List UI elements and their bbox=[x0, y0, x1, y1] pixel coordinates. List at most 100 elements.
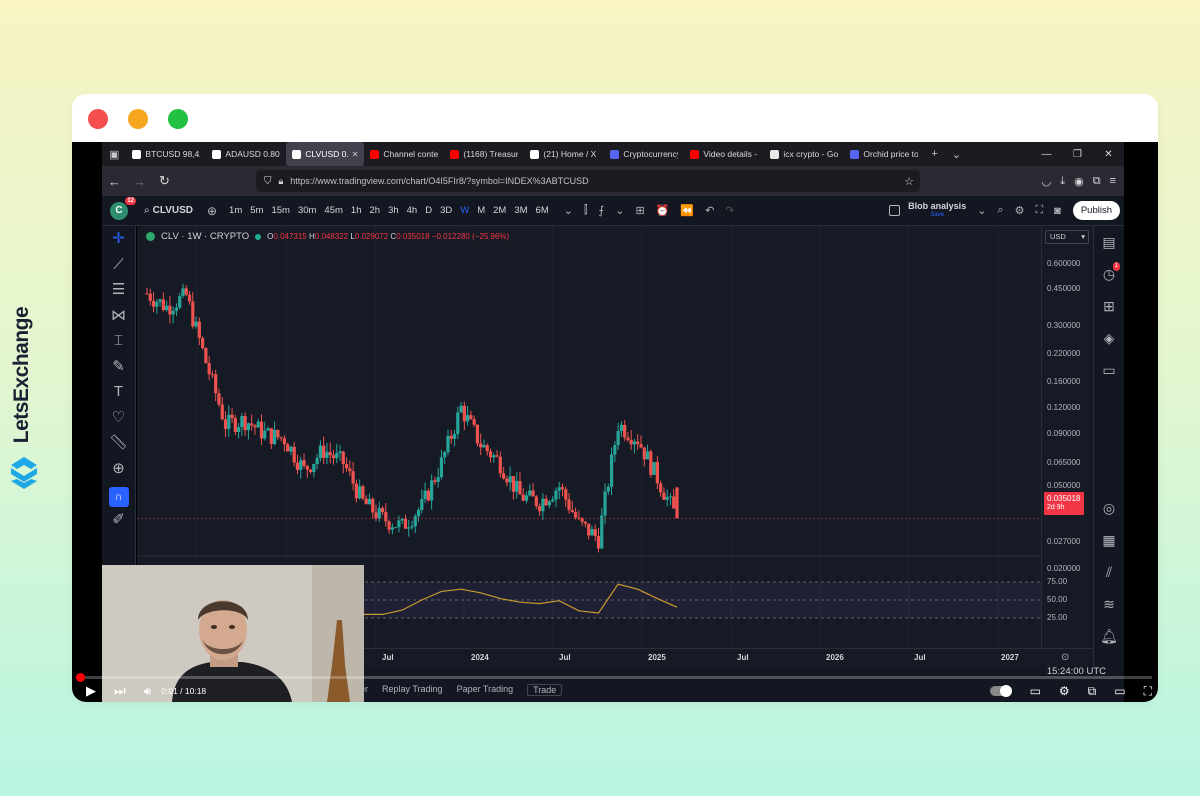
zoom-in-icon[interactable]: ⊕ bbox=[112, 456, 125, 482]
magnet-icon[interactable]: ∩ bbox=[108, 487, 129, 507]
brush-icon[interactable]: ✎ bbox=[112, 354, 125, 380]
timeframe-m[interactable]: M bbox=[473, 205, 489, 216]
url-text[interactable]: https://www.tradingview.com/chart/O4I5FI… bbox=[290, 176, 588, 186]
video-progress-bar[interactable] bbox=[76, 673, 1152, 682]
lock-icon[interactable]: 🔒︎ bbox=[279, 176, 284, 187]
chat-icon[interactable]: ▭ bbox=[1102, 354, 1115, 386]
close-window-button[interactable] bbox=[88, 109, 108, 129]
watchlist-icon[interactable]: ▤ bbox=[1102, 226, 1115, 258]
downloads-icon[interactable]: ⤓ bbox=[1060, 175, 1065, 188]
subtitles-icon[interactable]: ▭ bbox=[1030, 684, 1041, 698]
trend-line-icon[interactable]: ⟋ bbox=[113, 252, 124, 278]
restore-icon[interactable]: ❐ bbox=[1062, 149, 1093, 160]
account-icon[interactable]: ◉ bbox=[1074, 175, 1084, 188]
back-icon[interactable]: ← bbox=[102, 174, 127, 189]
browser-tab[interactable]: (21) Home / X bbox=[524, 142, 604, 166]
favorites-heart-icon[interactable]: ♡ bbox=[112, 405, 125, 431]
redo-icon[interactable]: ↷ bbox=[725, 204, 734, 217]
menu-icon[interactable]: ≡ bbox=[1110, 175, 1116, 188]
target-icon[interactable]: ◎ bbox=[1103, 492, 1115, 524]
indicators-chevron-icon[interactable]: ⌄ bbox=[615, 204, 624, 217]
indicators-icon[interactable]: ⨍ bbox=[599, 204, 605, 217]
browser-tab[interactable]: Orchid price to bbox=[844, 142, 924, 166]
axis-settings-icon[interactable]: ⊙ bbox=[1061, 652, 1069, 663]
timeframe-2m[interactable]: 2M bbox=[489, 205, 510, 216]
symbol-search-button[interactable]: CLVUSD bbox=[153, 205, 193, 216]
timeframe-6m[interactable]: 6M bbox=[532, 205, 553, 216]
timeframe-2h[interactable]: 2h bbox=[365, 205, 384, 216]
tab-list-chevron-icon[interactable]: ⌄ bbox=[945, 148, 968, 161]
settings-gear-icon[interactable]: ⚙ bbox=[1015, 204, 1025, 217]
browser-tab[interactable]: BTCUSD 98,425 bbox=[126, 142, 206, 166]
crosshair-icon[interactable]: ✛ bbox=[112, 226, 125, 252]
timeframe-4h[interactable]: 4h bbox=[403, 205, 422, 216]
timeframe-45m[interactable]: 45m bbox=[320, 205, 346, 216]
fullscreen-icon[interactable]: ⛶ bbox=[1035, 204, 1043, 217]
address-bar[interactable]: ⛉ 🔒︎ https://www.tradingview.com/chart/O… bbox=[256, 170, 920, 192]
browser-tab[interactable]: ADAUSD 0.808 bbox=[206, 142, 286, 166]
maximize-window-button[interactable] bbox=[168, 109, 188, 129]
timeframe-3h[interactable]: 3h bbox=[384, 205, 403, 216]
volume-icon[interactable]: 🔊︎ bbox=[144, 684, 152, 699]
timeframe-3d[interactable]: 3D bbox=[436, 205, 456, 216]
alert-icon[interactable]: ⏰ bbox=[656, 204, 670, 217]
undo-icon[interactable]: ↶ bbox=[705, 204, 714, 217]
data-window-icon[interactable]: ⊞ bbox=[1103, 290, 1115, 322]
replay-icon[interactable]: ⏪ bbox=[680, 204, 694, 217]
browser-tab[interactable]: Channel conte bbox=[364, 142, 444, 166]
browser-tab[interactable]: CLVUSD 0.0 ✕ bbox=[286, 142, 365, 166]
miniplayer-icon[interactable]: ⧉ bbox=[1088, 684, 1097, 699]
browser-tab[interactable]: (1168) Treasur bbox=[444, 142, 524, 166]
extensions-icon[interactable]: ⧉ bbox=[1093, 175, 1101, 188]
close-tab-icon[interactable]: ✕ bbox=[352, 150, 359, 159]
pattern-tool-icon[interactable]: ⋈ bbox=[111, 303, 126, 329]
templates-icon[interactable]: ⊞ bbox=[635, 204, 644, 217]
layout-checkbox-icon[interactable] bbox=[889, 205, 901, 216]
theater-mode-icon[interactable]: ▭ bbox=[1114, 684, 1125, 698]
signal-stream-icon[interactable]: ≋ bbox=[1103, 588, 1115, 620]
forward-icon[interactable]: → bbox=[127, 174, 152, 189]
measure-range-icon[interactable]: ⌶ bbox=[114, 328, 123, 354]
settings-gear-icon[interactable]: ⚙ bbox=[1059, 684, 1070, 698]
price-scale[interactable]: USD ▾ 0.600000 0.450000 0.300000 0.220000 0.1… bbox=[1041, 226, 1093, 648]
calendar-icon[interactable]: ▦ bbox=[1102, 524, 1115, 556]
reload-icon[interactable]: ↻ bbox=[152, 173, 177, 189]
close-icon[interactable]: ✕ bbox=[1093, 149, 1124, 160]
layout-chevron-icon[interactable]: ⌄ bbox=[977, 204, 986, 217]
pocket-icon[interactable]: ◡ bbox=[1042, 175, 1052, 188]
pine-editor-icon[interactable]: ⫽ bbox=[1106, 556, 1112, 588]
timeframe-3m[interactable]: 3M bbox=[510, 205, 531, 216]
compare-symbol-icon[interactable]: ⊕ bbox=[207, 204, 217, 218]
user-avatar[interactable]: C 12 bbox=[110, 196, 136, 220]
publish-button[interactable]: Publish bbox=[1072, 201, 1120, 220]
shield-icon[interactable]: ⛉ bbox=[264, 176, 272, 187]
ruler-icon[interactable]: 📏︎ bbox=[109, 430, 128, 456]
browser-tab[interactable]: Video details - bbox=[684, 142, 764, 166]
minimize-window-button[interactable] bbox=[128, 109, 148, 129]
next-video-icon[interactable]: ⏭ bbox=[114, 683, 126, 699]
minimize-icon[interactable]: — bbox=[1031, 149, 1062, 160]
timeframe-d[interactable]: D bbox=[421, 205, 436, 216]
timeframe-chevron-icon[interactable]: ⌄ bbox=[564, 204, 573, 217]
video-player[interactable]: ▣ BTCUSD 98,425 ADAUSD 0.808 CLVUSD 0.0 ✕ Ch… bbox=[72, 142, 1158, 702]
timeframe-15m[interactable]: 15m bbox=[267, 205, 293, 216]
fullscreen-icon[interactable]: ⛶ bbox=[1144, 684, 1152, 699]
layout-name-button[interactable]: Blob analysis Save bbox=[908, 201, 966, 220]
notifications-bell-icon[interactable]: 🔔︎ bbox=[1100, 620, 1118, 652]
play-icon[interactable]: ▶ bbox=[86, 683, 96, 699]
timeframe-5m[interactable]: 5m bbox=[246, 205, 267, 216]
snapshot-camera-icon[interactable]: ◙ bbox=[1054, 205, 1061, 217]
layers-icon[interactable]: ◈ bbox=[1104, 322, 1115, 354]
browser-tab[interactable]: icx crypto - Go bbox=[764, 142, 844, 166]
quick-search-icon[interactable]: ⌕ bbox=[997, 204, 1003, 217]
candle-type-icon[interactable]: ⫿ bbox=[584, 204, 588, 217]
autoplay-toggle[interactable] bbox=[989, 685, 1012, 697]
browser-tab[interactable]: Cryptocurrency bbox=[604, 142, 684, 166]
currency-select[interactable]: USD ▾ bbox=[1045, 230, 1089, 244]
bookmark-star-icon[interactable]: ☆ bbox=[904, 175, 914, 188]
alerts-clock-icon[interactable]: ◷ 1 bbox=[1103, 258, 1121, 290]
timeframe-1m[interactable]: 1m bbox=[225, 205, 246, 216]
lock-drawings-icon[interactable]: ✐ bbox=[112, 507, 125, 533]
new-tab-icon[interactable]: + bbox=[924, 148, 944, 160]
timeframe-30m[interactable]: 30m bbox=[294, 205, 320, 216]
